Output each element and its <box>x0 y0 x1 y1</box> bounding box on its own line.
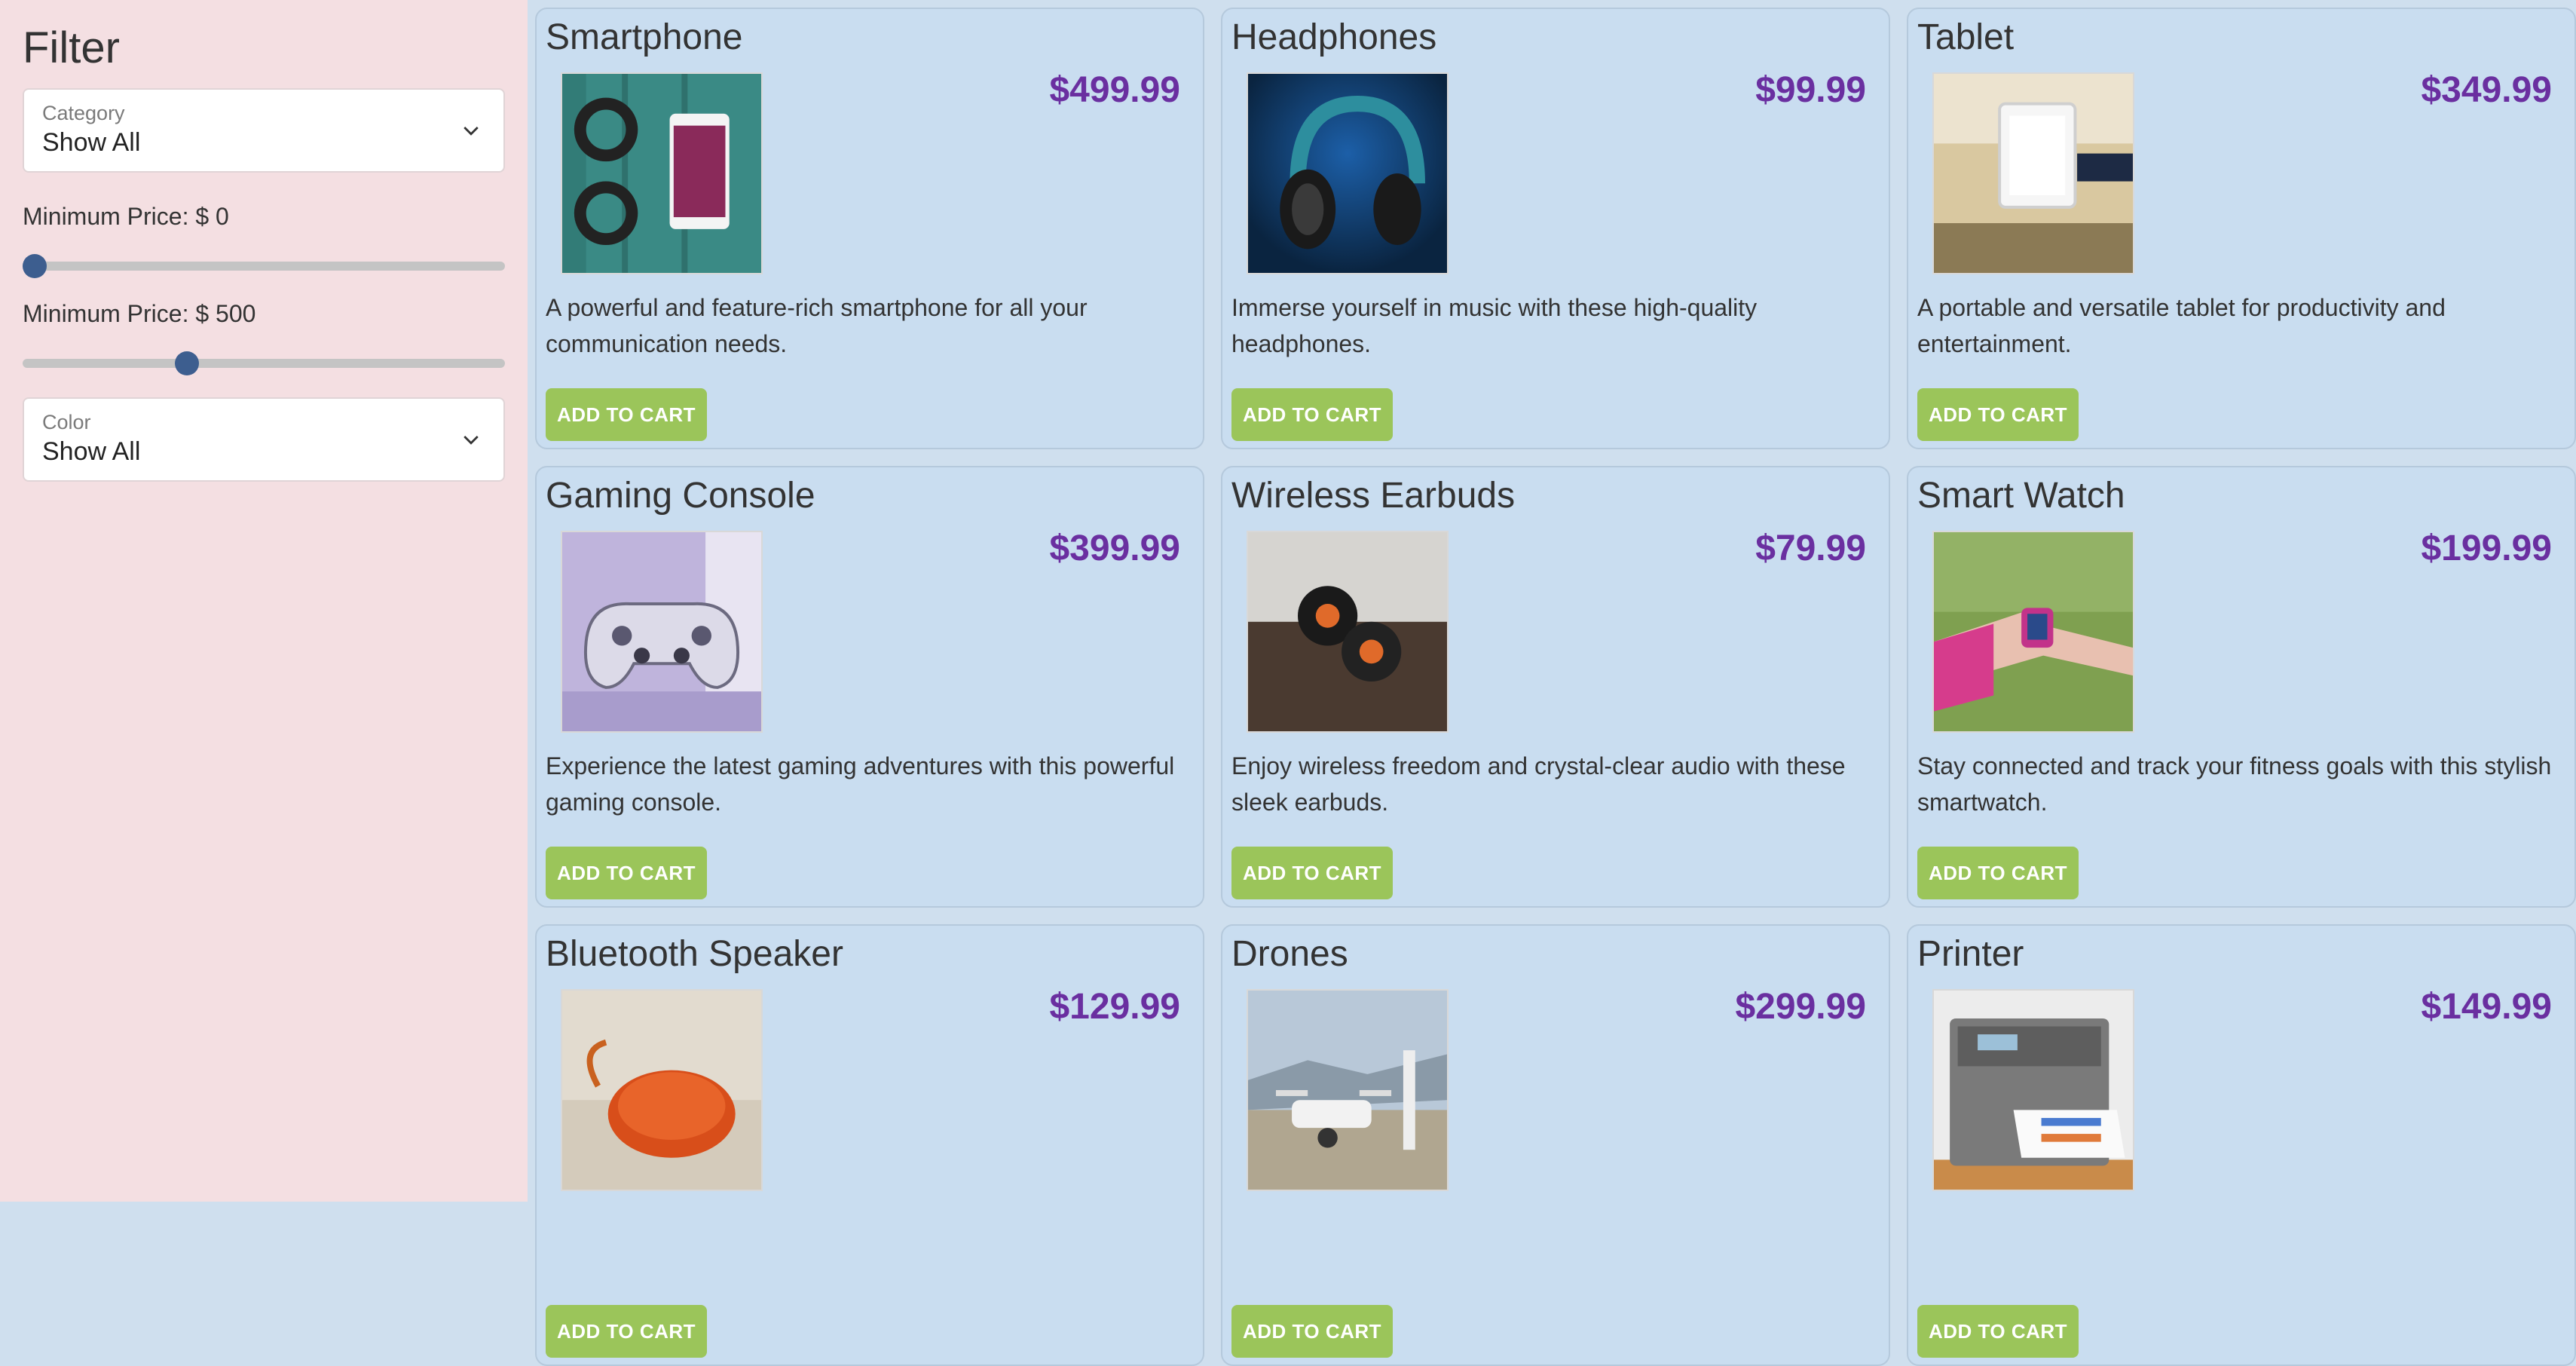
filter-title: Filter <box>23 23 120 72</box>
drones-image <box>1247 989 1449 1191</box>
product-card-smartphone: Smartphone $499.99 A powerful and featur… <box>535 8 1204 449</box>
min-price-slider[interactable] <box>23 250 505 280</box>
color-label: Color <box>42 411 91 433</box>
category-value: Show All <box>42 128 141 157</box>
wireless-earbuds-image <box>1247 531 1449 733</box>
product-price: $99.99 <box>1755 70 1866 110</box>
product-description: Immerse yourself in music with these hig… <box>1231 294 1758 357</box>
product-name: Wireless Earbuds <box>1231 476 1516 516</box>
product-price: $349.99 <box>2421 70 2552 110</box>
product-description: A portable and versatile tablet for prod… <box>1917 294 2446 357</box>
min-price-label: Minimum Price: $ 0 <box>23 203 229 230</box>
product-card-headphones: Headphones $99.99 Immerse yourself in mu… <box>1221 8 1890 449</box>
color-select[interactable]: Color Show All <box>23 397 505 482</box>
product-name: Smartphone <box>546 17 743 57</box>
product-price: $149.99 <box>2421 987 2552 1027</box>
slider-thumb[interactable] <box>23 254 47 278</box>
smartphone-image <box>561 72 763 274</box>
product-price: $499.99 <box>1049 70 1180 110</box>
headphones-image <box>1247 72 1449 274</box>
product-name: Bluetooth Speaker <box>546 934 843 974</box>
add-to-cart-button[interactable]: ADD TO CART <box>546 388 707 441</box>
max-price-slider[interactable] <box>23 348 505 378</box>
add-to-cart-button[interactable]: ADD TO CART <box>1917 1305 2079 1358</box>
add-to-cart-button[interactable]: ADD TO CART <box>1231 1305 1393 1358</box>
chevron-down-icon <box>463 127 479 136</box>
product-price: $79.99 <box>1755 528 1866 568</box>
product-name: Smart Watch <box>1917 476 2125 516</box>
add-to-cart-button[interactable]: ADD TO CART <box>1231 388 1393 441</box>
smart-watch-image <box>1932 531 2134 733</box>
product-name: Printer <box>1917 934 2024 974</box>
max-price-label: Minimum Price: $ 500 <box>23 300 256 327</box>
product-price: $299.99 <box>1735 987 1866 1027</box>
product-card-wireless-earbuds: Wireless Earbuds $79.99 Enjoy wireless f… <box>1221 466 1890 908</box>
product-card-gaming-console: Gaming Console $399.99 Experience the la… <box>535 466 1204 908</box>
product-price: $129.99 <box>1049 987 1180 1027</box>
product-price: $399.99 <box>1049 528 1180 568</box>
chevron-down-icon <box>463 436 479 445</box>
printer-image <box>1932 989 2134 1191</box>
product-price: $199.99 <box>2421 528 2552 568</box>
gaming-console-image <box>561 531 763 733</box>
slider-track <box>23 359 505 368</box>
slider-thumb[interactable] <box>175 351 199 375</box>
tablet-image <box>1932 72 2134 274</box>
product-description: Enjoy wireless freedom and crystal-clear… <box>1231 752 1846 816</box>
product-name: Gaming Console <box>546 476 815 516</box>
category-select[interactable]: Category Show All <box>23 88 505 173</box>
product-name: Drones <box>1231 934 1348 974</box>
add-to-cart-button[interactable]: ADD TO CART <box>546 1305 707 1358</box>
product-card-drones: Drones $299.99 ADD TO CART <box>1221 924 1890 1366</box>
product-description: Experience the latest gaming adventures … <box>546 752 1175 816</box>
product-card-bluetooth-speaker: Bluetooth Speaker $129.99 ADD TO CART <box>535 924 1204 1366</box>
add-to-cart-button[interactable]: ADD TO CART <box>1917 388 2079 441</box>
product-description: Stay connected and track your fitness go… <box>1917 752 2552 816</box>
bluetooth-speaker-image <box>561 989 763 1191</box>
add-to-cart-button[interactable]: ADD TO CART <box>1231 847 1393 899</box>
product-name: Headphones <box>1231 17 1437 57</box>
filter-sidebar: Filter Category Show All Minimum Price: … <box>0 0 528 1202</box>
product-card-printer: Printer $149.99 ADD TO CART <box>1907 924 2576 1366</box>
product-grid: Smartphone $499.99 A powerful and featur… <box>535 8 2576 1366</box>
category-label: Category <box>42 102 125 124</box>
product-card-smart-watch: Smart Watch $199.99 Stay connected and t… <box>1907 466 2576 908</box>
color-value: Show All <box>42 437 141 466</box>
slider-track <box>23 262 505 271</box>
add-to-cart-button[interactable]: ADD TO CART <box>546 847 707 899</box>
add-to-cart-button[interactable]: ADD TO CART <box>1917 847 2079 899</box>
product-card-tablet: Tablet $349.99 A portable and versatile … <box>1907 8 2576 449</box>
product-name: Tablet <box>1917 17 2015 57</box>
product-description: A powerful and feature-rich smartphone f… <box>546 294 1088 357</box>
